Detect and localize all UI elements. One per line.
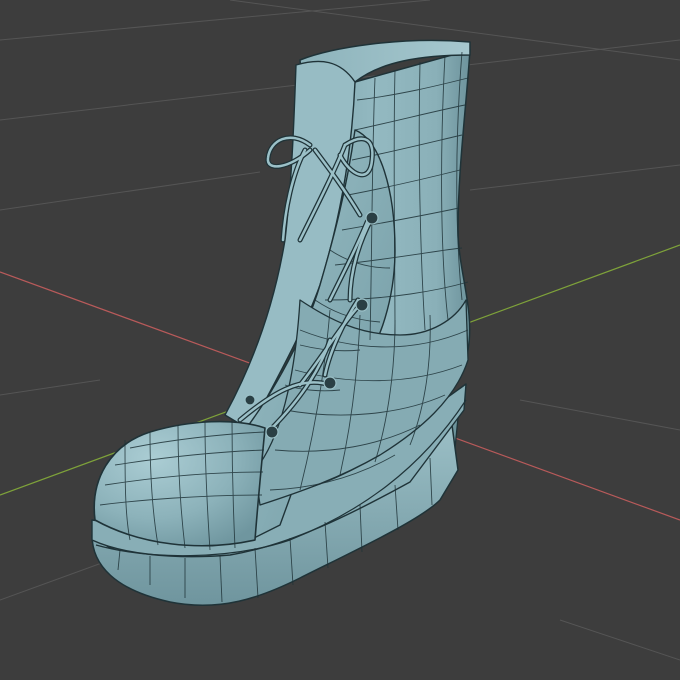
eyelet xyxy=(265,425,279,439)
viewport-canvas[interactable] xyxy=(0,0,680,680)
eyelet xyxy=(323,376,337,390)
eyelet xyxy=(355,298,369,312)
eyelet xyxy=(365,211,379,225)
boot-model-icon[interactable] xyxy=(91,39,471,607)
eyelet xyxy=(244,394,256,406)
3d-viewport[interactable] xyxy=(0,0,680,680)
